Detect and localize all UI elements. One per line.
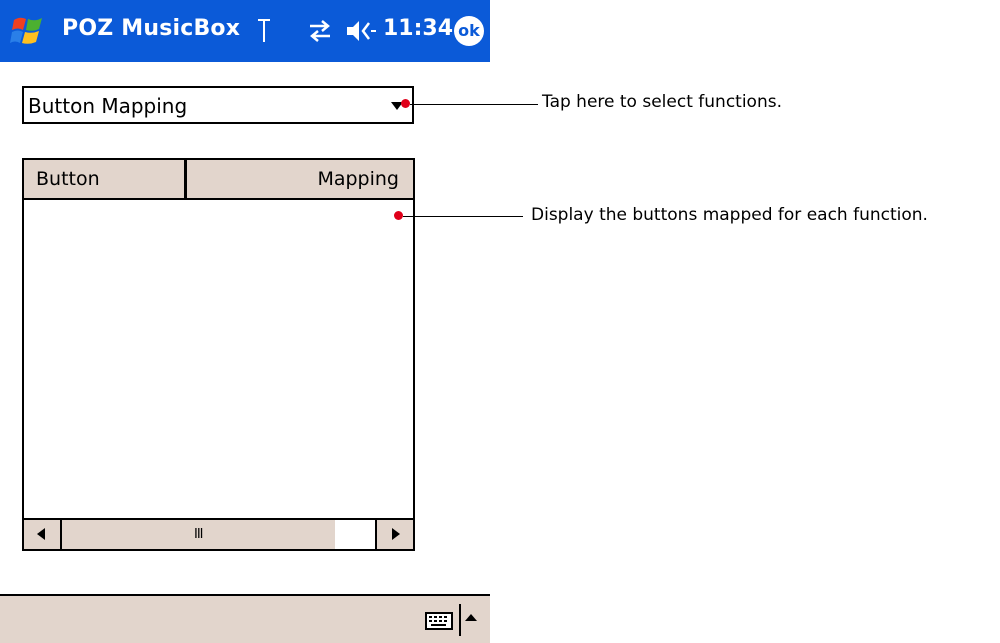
menu-bar (0, 594, 490, 643)
column-header-label: Mapping (317, 168, 399, 190)
keyboard-icon[interactable] (425, 612, 453, 630)
antenna-icon[interactable] (257, 18, 271, 44)
callout-dot (394, 211, 403, 220)
speaker-icon[interactable] (345, 18, 377, 44)
sip-divider (459, 604, 461, 636)
ok-button[interactable]: ok (454, 16, 484, 46)
callout-select-functions: Tap here to select functions. (542, 92, 782, 112)
callout-line (403, 216, 523, 217)
callout-line (410, 104, 538, 105)
horizontal-scrollbar[interactable]: III (24, 518, 413, 549)
connection-icon[interactable] (306, 18, 334, 44)
app-title: POZ MusicBox (62, 16, 241, 41)
list-header: Button Mapping (24, 160, 413, 200)
pocketpc-screen: POZ MusicBox 11:34 ok Button Mapping But… (0, 0, 490, 643)
callout-dot (401, 99, 410, 108)
scroll-grip: III (194, 527, 203, 542)
scroll-left-button[interactable] (24, 520, 62, 549)
scroll-right-button[interactable] (375, 520, 413, 549)
function-dropdown[interactable]: Button Mapping (22, 86, 414, 124)
column-header-label: Button (36, 168, 100, 190)
function-dropdown-value: Button Mapping (28, 94, 188, 118)
arrow-left-icon (37, 528, 45, 540)
title-bar: POZ MusicBox 11:34 ok (0, 0, 490, 62)
column-header-button[interactable]: Button (24, 160, 187, 198)
arrow-right-icon (392, 528, 400, 540)
sip-arrow-icon[interactable] (465, 614, 477, 621)
list-body[interactable] (24, 200, 413, 518)
windows-start-icon[interactable] (10, 14, 46, 48)
clock[interactable]: 11:34 (383, 16, 453, 41)
column-header-mapping[interactable]: Mapping (187, 160, 413, 198)
scroll-thumb[interactable] (335, 520, 375, 549)
callout-display-buttons: Display the buttons mapped for each func… (531, 205, 928, 225)
button-mapping-list[interactable]: Button Mapping III (22, 158, 415, 551)
